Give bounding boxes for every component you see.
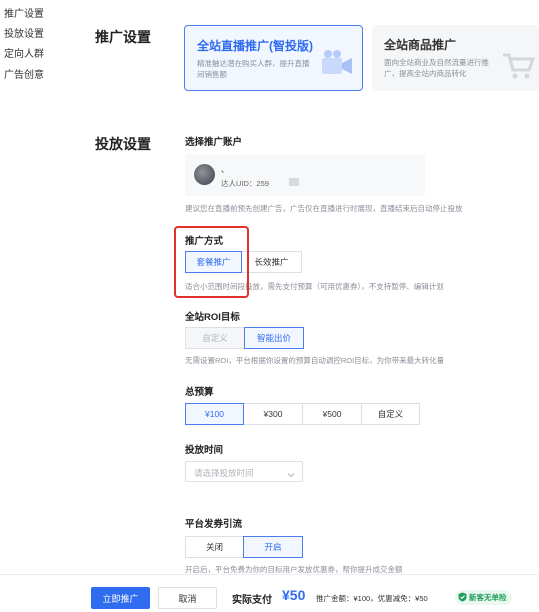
sidebar-item-audience[interactable]: 定向人群: [4, 45, 44, 60]
pay-label: 实际支付: [232, 595, 272, 606]
video-camera-icon: [320, 49, 354, 82]
pay-amount: ¥50: [282, 587, 306, 603]
account-name: 、: [221, 165, 229, 174]
budget-option-100[interactable]: ¥100: [185, 403, 244, 425]
sidebar-item-promo-settings[interactable]: 推广设置: [4, 5, 44, 20]
card-title: 全站商品推广: [384, 38, 457, 52]
coupon-option-on[interactable]: 开启: [243, 536, 303, 558]
roi-hint: 无需设置ROI，平台根据你设置的预算自动调控ROI目标，为你带来最大转化量: [185, 356, 445, 365]
sidebar-item-creative[interactable]: 广告创意: [4, 66, 44, 81]
account-card[interactable]: 、 达人UID：259: [185, 154, 425, 196]
method-option-package[interactable]: 套餐推广: [185, 251, 242, 273]
card-desc: 面向全站商业及自然流量进行推广，提高全站内商品转化: [384, 58, 489, 78]
budget-segmented: ¥100 ¥300 ¥500 自定义: [185, 403, 420, 425]
budget-option-custom[interactable]: 自定义: [361, 403, 420, 425]
coupon-option-off[interactable]: 关闭: [185, 536, 244, 558]
section-title-promo: 推广设置: [95, 29, 151, 45]
pay-detail: 推广金额：¥100，优惠减免：¥50: [316, 594, 428, 603]
badge-text: 新客无单险: [469, 593, 507, 602]
section-title-delivery: 投放设置: [95, 136, 151, 152]
submit-button[interactable]: 立即推广: [91, 587, 150, 609]
budget-label: 总预算: [185, 387, 214, 398]
sidebar-item-delivery-settings[interactable]: 投放设置: [4, 25, 44, 40]
method-option-long-term[interactable]: 长效推广: [241, 251, 302, 273]
new-customer-badge: 新客无单险: [455, 590, 512, 605]
coupon-segmented: 关闭 开启: [185, 536, 303, 558]
shopping-cart-icon: [501, 50, 536, 83]
roi-label: 全站ROI目标: [185, 312, 240, 323]
shield-check-icon: [458, 591, 467, 605]
sidebar: 推广设置 投放设置 定向人群 广告创意: [0, 0, 70, 612]
card-desc: 精准触达潜在购买人群，提升直播间销售额: [197, 59, 310, 79]
avatar: [194, 164, 215, 185]
roi-segmented: 自定义 智能出价: [185, 327, 304, 349]
cancel-button[interactable]: 取消: [158, 587, 217, 609]
coupon-label: 平台发券引流: [185, 519, 243, 530]
uid-mask: [289, 178, 299, 186]
roi-option-smart-bid[interactable]: 智能出价: [244, 327, 304, 349]
account-hint: 建议您在直播前预先创建广告，广告仅在直播进行时展现，直播结束后自动停止投放: [185, 204, 463, 213]
card-live-promo[interactable]: 全站直播推广(智投版) 精准触达潜在购买人群，提升直播间销售额: [184, 25, 363, 91]
budget-option-500[interactable]: ¥500: [302, 403, 362, 425]
budget-option-300[interactable]: ¥300: [243, 403, 303, 425]
time-label: 投放时间: [185, 445, 224, 456]
card-title: 全站直播推广(智投版): [197, 39, 313, 53]
time-placeholder: 请选择投放时间: [194, 468, 254, 478]
chevron-down-icon: [287, 468, 295, 482]
account-uid: 达人UID：259: [221, 179, 269, 188]
account-label: 选择推广账户: [185, 137, 243, 148]
card-product-promo[interactable]: 全站商品推广 面向全站商业及自然流量进行推广，提高全站内商品转化: [372, 25, 539, 91]
roi-option-custom[interactable]: 自定义: [185, 327, 245, 349]
time-select[interactable]: 请选择投放时间: [185, 461, 303, 482]
